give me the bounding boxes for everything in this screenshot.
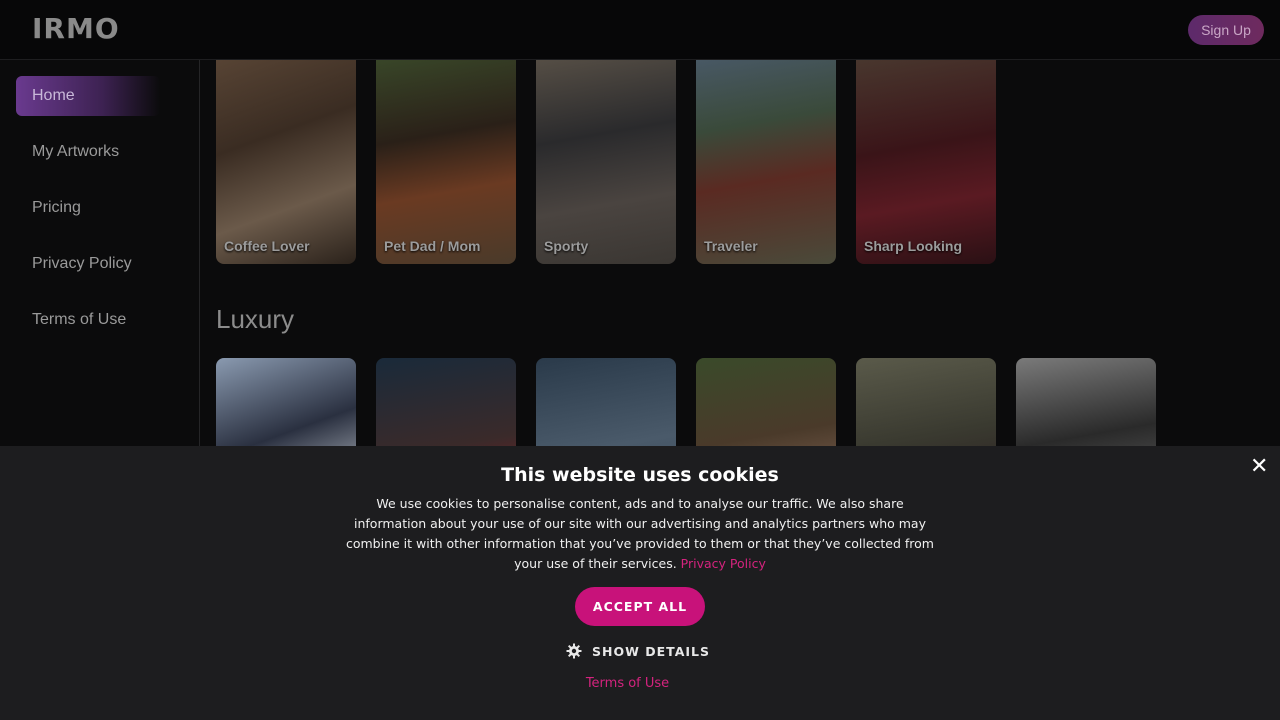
style-card-coffee-lover[interactable]: Coffee Lover	[216, 60, 356, 264]
accept-all-button[interactable]: ACCEPT ALL	[575, 587, 705, 626]
sign-up-button[interactable]: Sign Up	[1188, 15, 1264, 45]
sidebar-item-pricing[interactable]: Pricing	[16, 188, 160, 228]
card-label: Sharp Looking	[864, 238, 962, 254]
card-label: Sporty	[544, 238, 589, 254]
cookie-body: We use cookies to personalise content, a…	[340, 494, 940, 574]
style-card-sporty[interactable]: Sporty	[536, 60, 676, 264]
cookie-title: This website uses cookies	[501, 464, 779, 486]
privacy-policy-link[interactable]: Privacy Policy	[681, 556, 766, 571]
sidebar-item-terms-of-use[interactable]: Terms of Use	[16, 300, 160, 340]
card-image	[696, 60, 836, 264]
card-image	[216, 60, 356, 264]
terms-of-use-link[interactable]: Terms of Use	[0, 676, 1255, 691]
card-image	[376, 60, 516, 264]
sidebar-item-privacy-policy[interactable]: Privacy Policy	[16, 244, 160, 284]
card-label: Traveler	[704, 238, 758, 254]
card-image	[856, 60, 996, 264]
gear-icon	[566, 643, 582, 659]
cookie-body-text: We use cookies to personalise content, a…	[345, 496, 934, 571]
sidebar-item-home[interactable]: Home	[16, 76, 160, 116]
cookie-banner: ✕ This website uses cookies We use cooki…	[0, 446, 1280, 720]
show-details-label: SHOW DETAILS	[592, 643, 710, 659]
style-card-sharp-looking[interactable]: Sharp Looking	[856, 60, 996, 264]
show-details-button[interactable]: SHOW DETAILS	[566, 642, 710, 660]
card-label: Coffee Lover	[224, 238, 310, 254]
sidebar-item-my-artworks[interactable]: My Artworks	[16, 132, 160, 172]
card-image	[536, 60, 676, 264]
style-card-pet-parent[interactable]: Pet Dad / Mom	[376, 60, 516, 264]
style-card-traveler[interactable]: Traveler	[696, 60, 836, 264]
card-label: Pet Dad / Mom	[384, 238, 481, 254]
top-header: IRMO Sign Up	[0, 0, 1280, 60]
logo[interactable]: IRMO	[32, 12, 120, 45]
section-title-luxury: Luxury	[216, 304, 295, 334]
